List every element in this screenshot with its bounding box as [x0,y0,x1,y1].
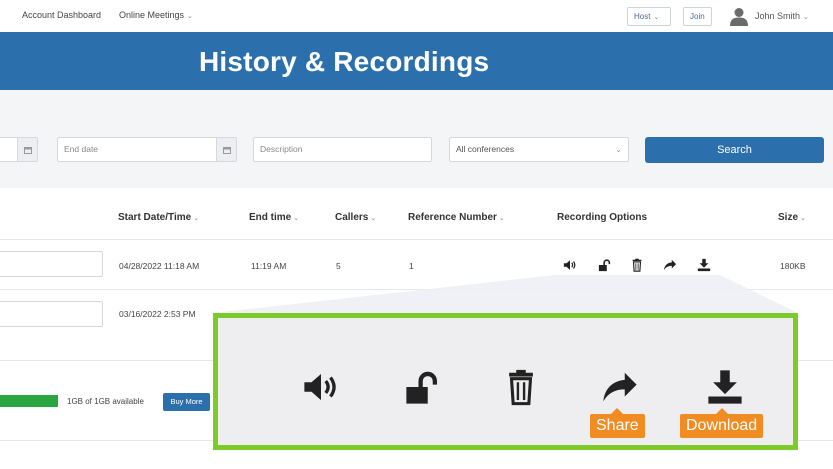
download-icon [708,370,742,404]
calendar-icon [222,146,231,154]
chevron-down-icon: ⌄ [653,14,660,21]
unlock-icon [406,371,438,404]
header-reference-number[interactable]: Reference Number ⌄ [408,212,505,223]
chevron-down-icon: ⌄ [293,215,300,222]
download-icon[interactable] [697,258,711,272]
download-tag: Download [680,408,764,438]
user-avatar-icon[interactable] [729,6,749,26]
row-1-callers: 5 [336,261,341,271]
page-title: History & Recordings [199,46,490,77]
chevron-down-icon: ⌄ [370,215,377,222]
row-1-reference: 1 [409,261,414,271]
header-start-date-time[interactable]: Start Date/Time ⌄ [118,212,199,223]
storage-usage-bar [0,395,58,407]
trash-icon[interactable] [630,258,644,272]
share-icon[interactable] [663,258,677,272]
nav-online-meetings-label: Online Meetings [119,10,185,20]
share-tag: Share [590,408,645,438]
end-date-calendar-button[interactable] [216,138,236,161]
chevron-down-icon: ⌄ [498,215,505,222]
chevron-down-icon: ⌄ [800,215,806,222]
row-1-start: 04/28/2022 11:18 AM [119,261,200,271]
recording-options-callout: Share Download [213,313,798,450]
conference-select[interactable]: All conferences ⌄ [449,137,629,162]
nav-online-meetings[interactable]: Online Meetings ⌄ [119,10,193,20]
page-banner: History & Recordings [0,32,833,90]
header-callers-label: Callers [335,212,369,223]
calendar-icon [23,146,32,154]
user-menu[interactable]: John Smith ⌄ [755,11,809,21]
user-name: John Smith [755,11,801,21]
header-size-label: Size [778,212,799,223]
page: Account Dashboard Online Meetings ⌄ Host ⌄… [0,0,833,469]
trash-icon [509,369,533,406]
header-recording-options: Recording Options [557,212,647,223]
row-divider [0,239,833,240]
row-1-size: 180KB [780,261,806,271]
chevron-down-icon: ⌄ [187,13,193,20]
nav-account-dashboard[interactable]: Account Dashboard [22,10,101,20]
conference-select-value: All conferences [456,144,515,154]
host-button[interactable]: Host ⌄ [627,7,671,26]
end-date-input[interactable]: End date [57,137,237,162]
chevron-down-icon: ⌄ [803,14,809,21]
row-1-end: 11:19 AM [251,261,287,271]
header-callers[interactable]: Callers ⌄ [335,212,376,223]
unlock-icon[interactable] [598,258,612,272]
storage-text: 1GB of 1GB available [67,397,144,406]
end-date-placeholder: End date [64,144,99,154]
volume-icon[interactable] [563,258,577,272]
chevron-down-icon: ⌄ [193,215,200,222]
row-divider [0,289,833,290]
header-end-time[interactable]: End time ⌄ [249,212,299,223]
start-date-input[interactable] [0,137,38,162]
header-end-label: End time [249,212,292,223]
buy-more-button[interactable]: Buy More [163,393,210,411]
join-button[interactable]: Join [683,7,712,26]
share-icon [603,372,637,402]
search-button[interactable]: Search [645,137,824,163]
start-date-calendar-button[interactable] [17,138,37,161]
top-nav: Account Dashboard Online Meetings ⌄ Host ⌄… [0,0,833,32]
description-input[interactable]: Description [253,137,432,162]
chevron-down-icon: ⌄ [615,145,622,154]
header-reference-label: Reference Number [408,212,497,223]
description-placeholder: Description [260,144,303,154]
row-1-name-input[interactable] [0,251,103,277]
header-start-label: Start Date/Time [118,212,192,223]
volume-icon [304,373,336,401]
host-button-label: Host [634,12,651,21]
row-2-name-input[interactable] [0,301,103,327]
row-2-start: 03/16/2022 2:53 PM [119,309,196,319]
header-size[interactable]: Size ⌄ [778,212,806,223]
